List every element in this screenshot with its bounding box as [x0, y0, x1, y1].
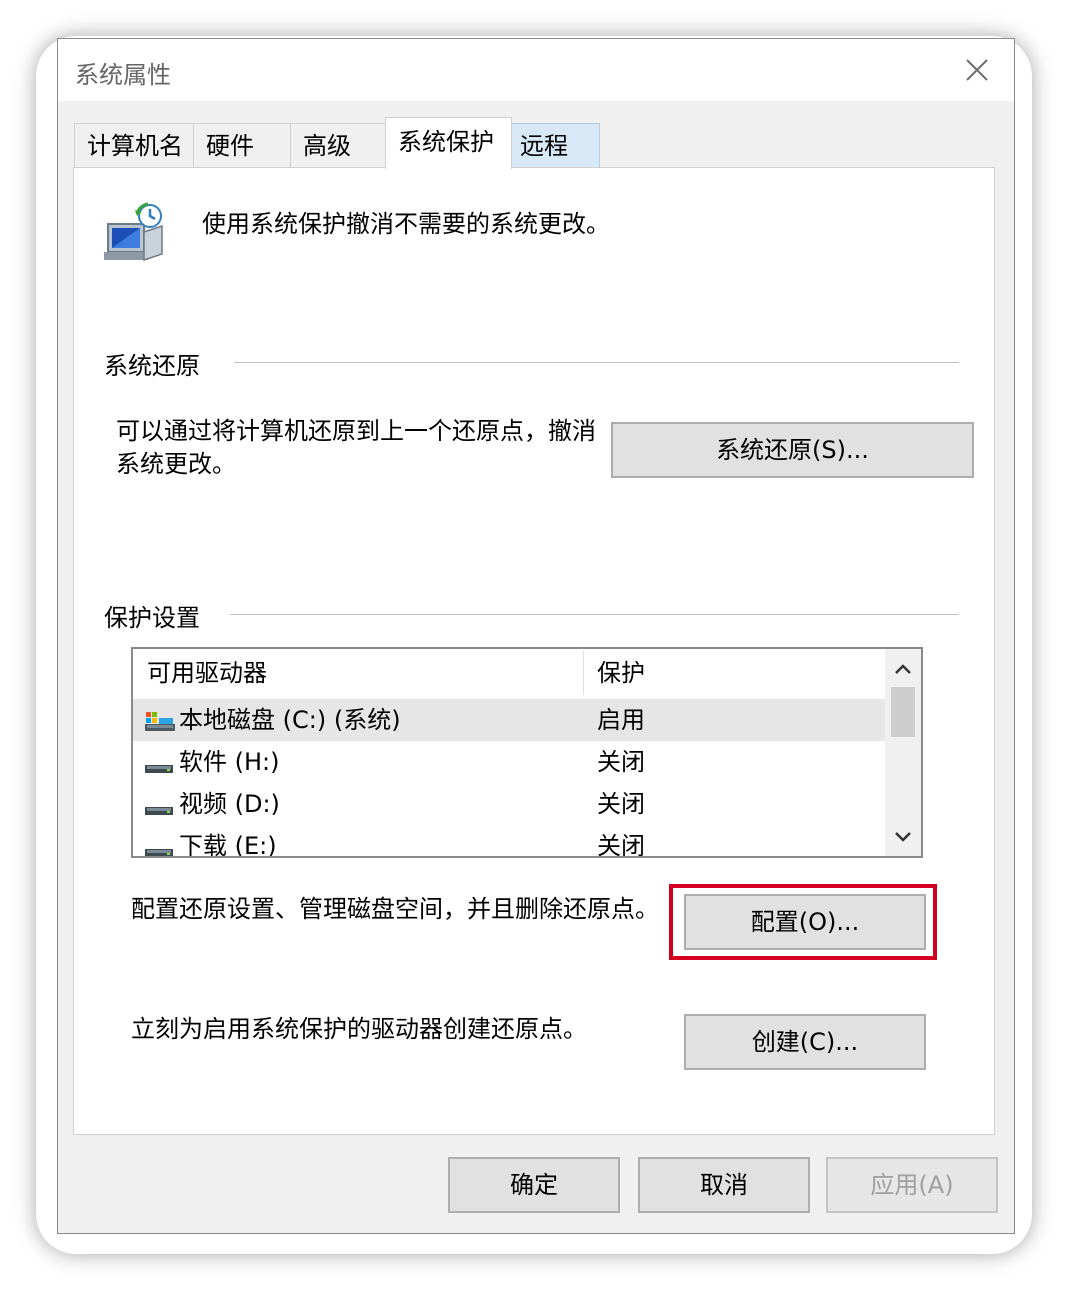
column-protection[interactable]: 保护 [597, 649, 645, 697]
tab-hardware[interactable]: 硬件 [193, 123, 291, 167]
list-scrollbar[interactable] [885, 649, 921, 856]
drive-protection-status: 关闭 [597, 748, 645, 776]
tab-remote[interactable]: 远程 [511, 123, 600, 167]
drive-name: 本地磁盘 (C:) (系统) [179, 706, 401, 734]
window-title: 系统属性 [75, 61, 171, 89]
tab-label: 计算机名 [87, 132, 183, 160]
list-header: 可用驱动器 保护 [133, 649, 885, 697]
tab-label: 远程 [520, 132, 568, 160]
tab-label: 硬件 [206, 132, 254, 160]
drive-icon [145, 807, 173, 815]
create-description: 立刻为启用系统保护的驱动器创建还原点。 [131, 1015, 587, 1043]
system-protection-panel: 使用系统保护撤消不需要的系统更改。 系统还原 可以通过将计算机还原到上一个还原点… [73, 167, 995, 1135]
drive-name: 软件 (H:) [179, 748, 280, 776]
chevron-down-icon[interactable] [885, 819, 921, 855]
drive-name: 视频 (D:) [179, 790, 280, 818]
system-protection-icon [104, 202, 163, 262]
system-drive-icon [145, 712, 175, 731]
column-separator[interactable] [583, 651, 584, 695]
system-restore-button[interactable]: 系统还原(S)... [611, 422, 974, 478]
list-item[interactable]: 本地磁盘 (C:) (系统) 启用 [133, 699, 885, 741]
apply-button[interactable]: 应用(A) [826, 1157, 998, 1213]
configure-description: 配置还原设置、管理磁盘空间，并且删除还原点。 [131, 895, 659, 923]
tab-computer-name[interactable]: 计算机名 [74, 123, 194, 167]
tab-advanced[interactable]: 高级 [290, 123, 386, 167]
close-icon[interactable] [958, 51, 996, 89]
system-restore-group-label: 系统还原 [104, 352, 200, 380]
intro-text: 使用系统保护撤消不需要的系统更改。 [202, 210, 610, 238]
create-button[interactable]: 创建(C)... [684, 1014, 926, 1070]
highlight-box [669, 884, 937, 960]
drive-icon [145, 765, 173, 773]
system-properties-dialog: 系统属性 计算机名 硬件 高级 系统保护 远程 使用系统保护撤消不需要的系统更改… [57, 38, 1015, 1234]
tab-label: 系统保护 [398, 128, 494, 156]
restore-desc-line1: 可以通过将计算机还原到上一个还原点，撤消 [116, 417, 596, 445]
drives-list[interactable]: 可用驱动器 保护 本地磁盘 (C:) (系统) 启用 软件 (H:) 关闭 视频… [131, 647, 923, 858]
group-divider [234, 362, 959, 363]
title-bar: 系统属性 [58, 39, 1014, 101]
restore-desc-line2: 系统更改。 [116, 450, 236, 478]
drive-protection-status: 关闭 [597, 832, 645, 858]
chevron-up-icon[interactable] [885, 651, 921, 687]
drive-protection-status: 关闭 [597, 790, 645, 818]
drive-protection-status: 启用 [597, 706, 645, 734]
protection-settings-group-label: 保护设置 [104, 604, 200, 632]
cancel-button[interactable]: 取消 [638, 1157, 810, 1213]
column-available-drives[interactable]: 可用驱动器 [147, 649, 267, 697]
restore-description: 可以通过将计算机还原到上一个还原点，撤消 系统更改。 [116, 415, 596, 481]
tab-system-protection[interactable]: 系统保护 [385, 117, 512, 169]
list-item[interactable]: 软件 (H:) 关闭 [133, 741, 885, 783]
list-item[interactable]: 下载 (E:) 关闭 [133, 825, 885, 858]
tab-label: 高级 [303, 132, 351, 160]
drive-icon [145, 849, 173, 856]
group-divider [230, 614, 959, 615]
ok-button[interactable]: 确定 [448, 1157, 620, 1213]
scrollbar-thumb[interactable] [891, 687, 915, 737]
drive-name: 下载 (E:) [179, 832, 277, 858]
list-item[interactable]: 视频 (D:) 关闭 [133, 783, 885, 825]
